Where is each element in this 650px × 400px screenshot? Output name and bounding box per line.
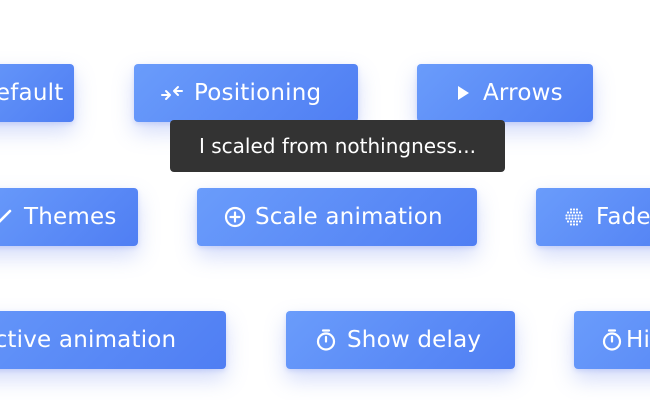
scale-animation-label: Scale animation	[255, 204, 443, 230]
hide-delay-label: Hide delay	[626, 327, 650, 353]
demo-canvas: Default Positioning Arrows Themes	[0, 0, 650, 400]
check-icon	[0, 205, 14, 229]
default-button[interactable]: Default	[0, 64, 74, 122]
plus-circle-icon	[223, 205, 247, 229]
perspective-animation-button[interactable]: Perspective animation	[0, 311, 226, 369]
arrows-label: Arrows	[483, 80, 563, 106]
stopwatch-icon	[600, 328, 624, 352]
tooltip: I scaled from nothingness...	[170, 120, 505, 172]
fade-button[interactable]: Fade	[536, 188, 650, 246]
play-triangle-icon	[451, 81, 475, 105]
show-delay-button[interactable]: Show delay	[286, 311, 515, 369]
positioning-button[interactable]: Positioning	[134, 64, 358, 122]
dotted-sphere-icon	[562, 205, 586, 229]
stopwatch-icon	[314, 328, 338, 352]
perspective-animation-label: Perspective animation	[0, 327, 177, 353]
hide-delay-button[interactable]: Hide delay	[574, 311, 650, 369]
scale-animation-button[interactable]: Scale animation	[197, 188, 477, 246]
arrows-button[interactable]: Arrows	[417, 64, 593, 122]
show-delay-label: Show delay	[347, 327, 482, 353]
fade-label: Fade	[596, 204, 650, 230]
default-label: Default	[0, 80, 64, 106]
themes-button[interactable]: Themes	[0, 188, 138, 246]
positioning-label: Positioning	[194, 80, 322, 106]
compress-arrows-icon	[160, 81, 184, 105]
tooltip-text: I scaled from nothingness...	[199, 134, 476, 158]
themes-label: Themes	[24, 204, 117, 230]
